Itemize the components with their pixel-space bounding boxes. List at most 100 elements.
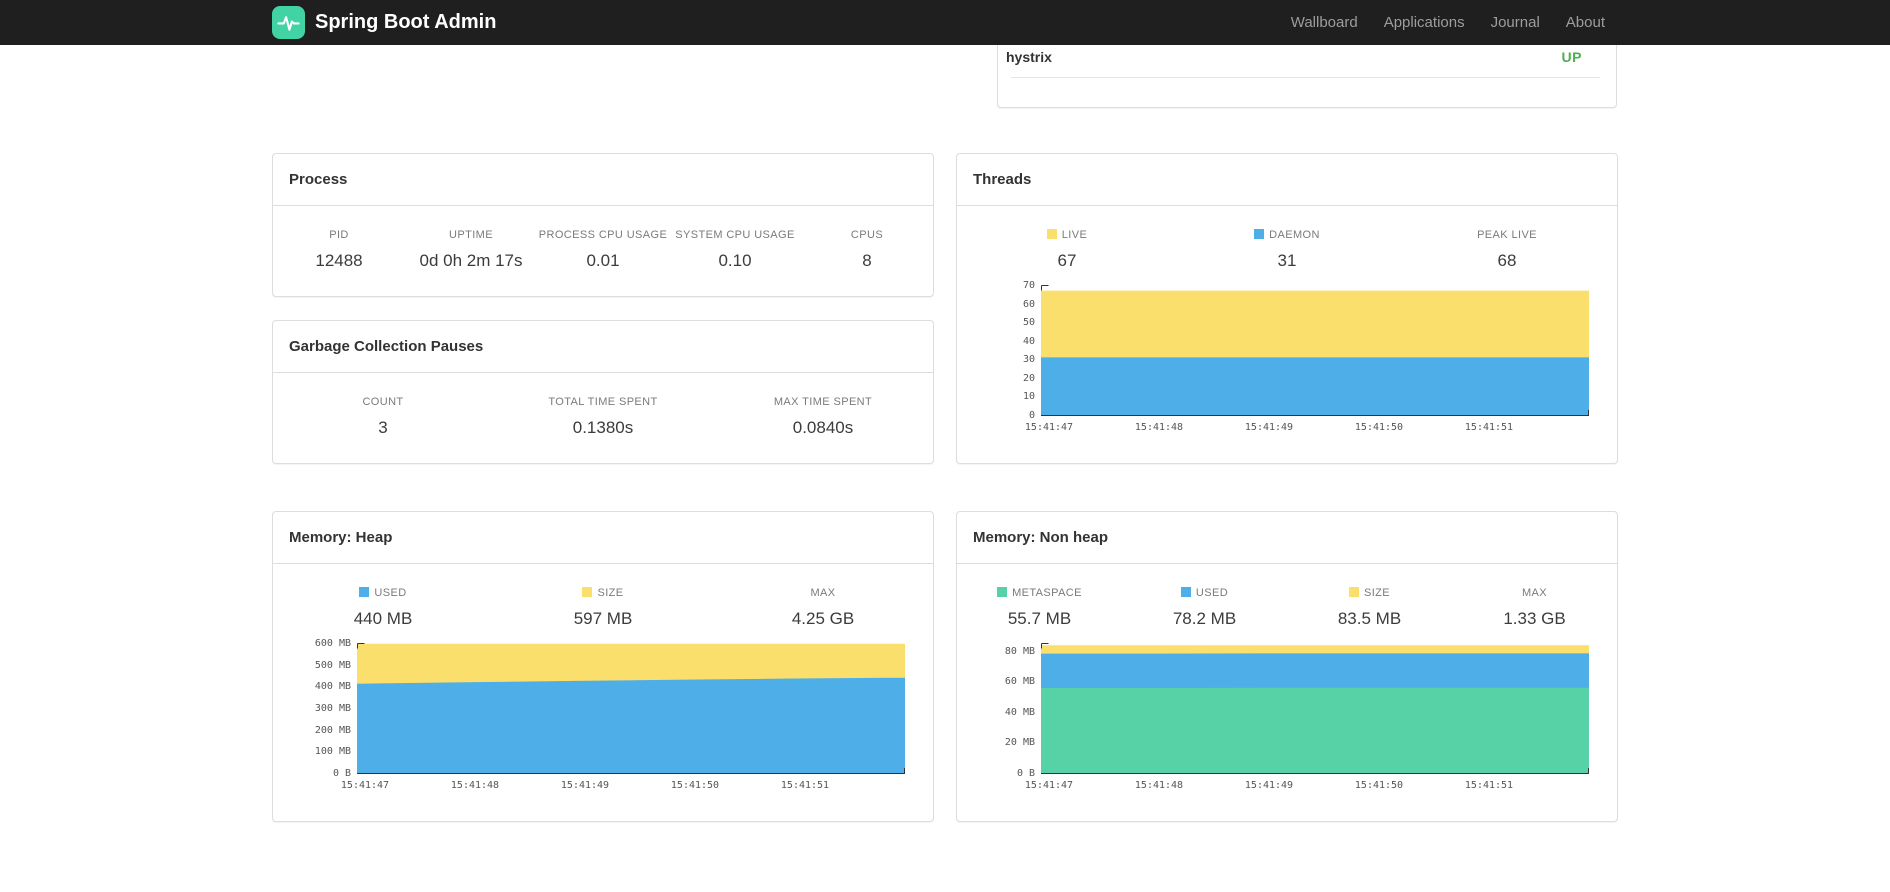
legend-nonheap-used-label: USED	[1195, 587, 1229, 599]
legend-nonheap-size: SIZE 83.5 MB	[1287, 587, 1452, 629]
legend-metaspace: METASPACE 55.7 MB	[957, 587, 1122, 629]
legend-heap-used-value: 440 MB	[353, 609, 413, 628]
legend-nonheap-max-label: MAX	[1521, 587, 1548, 599]
x-axis-tick-label: 15:41:48	[1134, 780, 1184, 791]
memory-heap-panel-title: Memory: Heap	[273, 512, 933, 564]
legend-peak-live-value: 68	[1497, 251, 1517, 270]
navbar-inner: Spring Boot Admin Wallboard Applications…	[272, 0, 1618, 45]
legend-heap-used-label: USED	[374, 587, 407, 599]
x-axis-tick-label: 15:41:50	[670, 780, 720, 791]
spring-boot-admin-logo-icon	[272, 6, 305, 39]
legend-heap-size-value: 597 MB	[573, 609, 633, 628]
y-axis-tick-label: 70	[1022, 280, 1035, 291]
threads-legend: LIVE 67 DAEMON 31 PEAK LIVE 68	[957, 206, 1617, 271]
gc-metrics: COUNT 3 TOTAL TIME SPENT 0.1380s MAX TIM…	[273, 373, 933, 438]
legend-heap-size-label: SIZE	[597, 587, 624, 599]
y-axis-tick-label: 0 B	[332, 768, 351, 779]
y-axis-tick-label: 400 MB	[314, 681, 351, 693]
threads-panel-title: Threads	[957, 154, 1617, 206]
y-axis-tick-label: 30	[1022, 354, 1035, 366]
divider	[1011, 77, 1600, 78]
y-axis-tick-label: 20 MB	[1004, 737, 1035, 749]
series-area-used	[357, 677, 905, 773]
threads-panel: Threads LIVE 67 DAEMON 31 PEAK LIVE 68 0…	[956, 153, 1618, 464]
threads-chart: 0 10 20 30 40 50 60 70 15:41:47 15:41:48 15:41:49 1…	[957, 280, 1617, 461]
x-axis-tick-label: 15:41:51	[780, 780, 830, 791]
legend-heap-size: SIZE 597 MB	[493, 587, 713, 629]
metric-system-cpu: SYSTEM CPU USAGE 0.10	[675, 229, 795, 270]
process-metrics: PID 12488 UPTIME 0d 0h 2m 17s PROCESS CP…	[273, 206, 933, 271]
metric-gc-count: COUNT 3	[362, 396, 404, 437]
series-area-daemon	[1041, 357, 1589, 415]
memory-heap-panel: Memory: Heap USED 440 MB SIZE 597 MB MAX…	[272, 511, 934, 822]
legend-heap-size-key-swatch	[582, 587, 593, 597]
brand-title: Spring Boot Admin	[315, 11, 497, 33]
legend-heap-max-value: 4.25 GB	[791, 609, 855, 628]
series-area-metaspace	[1041, 687, 1589, 773]
metric-cpus: CPUS 8	[850, 229, 884, 270]
x-axis-tick-label: 15:41:49	[1244, 780, 1294, 791]
legend-metaspace-key-swatch	[997, 587, 1008, 597]
legend-heap-max-label: MAX	[810, 587, 836, 599]
legend-metaspace-value: 55.7 MB	[1007, 609, 1072, 628]
y-axis-tick-label: 80 MB	[1004, 645, 1035, 657]
nav-journal[interactable]: Journal	[1478, 0, 1553, 45]
y-axis-tick-label: 200 MB	[314, 724, 351, 736]
legend-live: LIVE 67	[957, 229, 1177, 271]
application-status-badge: UP	[1561, 49, 1582, 65]
nav-applications[interactable]: Applications	[1371, 0, 1478, 45]
metric-process-cpu: PROCESS CPU USAGE 0.01	[538, 229, 668, 270]
memory-nonheap-panel: Memory: Non heap METASPACE 55.7 MB USED …	[956, 511, 1618, 822]
y-axis-tick-label: 300 MB	[314, 703, 351, 714]
process-panel: Process PID 12488 UPTIME 0d 0h 2m 17s PR…	[272, 153, 934, 297]
legend-heap-max: MAX 4.25 GB	[713, 587, 933, 629]
nav-links: Wallboard Applications Journal About	[1278, 0, 1618, 45]
legend-nonheap-size-label: SIZE	[1363, 587, 1391, 599]
legend-nonheap-max: MAX 1.33 GB	[1452, 587, 1617, 629]
threads-plot-area	[1041, 285, 1589, 416]
y-axis-tick-label: 40	[1022, 335, 1035, 347]
nav-about[interactable]: About	[1553, 0, 1618, 45]
legend-daemon-label: DAEMON	[1269, 229, 1320, 241]
y-axis-tick-label: 600 MB	[314, 638, 351, 649]
heap-plot-area	[357, 643, 905, 774]
memory-nonheap-panel-title: Memory: Non heap	[957, 512, 1617, 564]
legend-nonheap-size-value: 83.5 MB	[1337, 609, 1402, 628]
x-axis-tick-label: 15:41:50	[1354, 422, 1404, 433]
x-axis-tick-label: 15:41:48	[450, 780, 500, 791]
metric-uptime: UPTIME 0d 0h 2m 17s	[419, 229, 523, 270]
x-axis-tick-label: 15:41:47	[1024, 422, 1074, 433]
nonheap-legend: METASPACE 55.7 MB USED 78.2 MB SIZE 83.5…	[957, 564, 1617, 629]
x-axis-tick-label: 15:41:47	[1024, 780, 1074, 791]
legend-nonheap-used: USED 78.2 MB	[1122, 587, 1287, 629]
y-axis-tick-label: 10	[1022, 391, 1035, 403]
y-axis-tick-label: 60	[1022, 298, 1035, 310]
applications-panel: hystrix UP	[997, 36, 1617, 108]
legend-daemon-value: 31	[1277, 251, 1297, 270]
page-content: hystrix UP Process PID 12488 UPTIME 0d 0	[272, 0, 1618, 822]
gc-panel-title: Garbage Collection Pauses	[273, 321, 933, 373]
y-axis-tick-label: 60 MB	[1004, 676, 1035, 688]
metric-pid: PID 12488	[315, 229, 363, 270]
y-axis-tick-label: 0	[1028, 410, 1035, 421]
application-name: hystrix	[1006, 49, 1052, 65]
memory-heap-chart: 0 B 100 MB 200 MB 300 MB 400 MB 500 MB 600 MB 1…	[273, 638, 933, 819]
legend-heap-used: USED 440 MB	[273, 587, 493, 629]
legend-live-key-swatch	[1046, 229, 1057, 239]
legend-peak-live-label: PEAK LIVE	[1477, 229, 1537, 241]
legend-nonheap-size-key-swatch	[1348, 587, 1359, 597]
heap-legend: USED 440 MB SIZE 597 MB MAX 4.25 GB	[273, 564, 933, 629]
x-axis-tick-label: 15:41:51	[1464, 422, 1514, 433]
y-axis-tick-label: 100 MB	[314, 746, 351, 758]
brand[interactable]: Spring Boot Admin	[272, 6, 496, 39]
x-axis-tick-label: 15:41:50	[1354, 780, 1404, 791]
y-axis-tick-label: 500 MB	[314, 659, 351, 671]
metric-gc-max-time: MAX TIME SPENT 0.0840s	[773, 396, 873, 437]
legend-nonheap-used-value: 78.2 MB	[1172, 609, 1237, 628]
process-panel-title: Process	[273, 154, 933, 206]
y-axis-tick-label: 0 B	[1016, 768, 1035, 779]
x-axis-tick-label: 15:41:47	[340, 780, 390, 791]
nonheap-plot-area	[1041, 643, 1589, 774]
nav-wallboard[interactable]: Wallboard	[1278, 0, 1371, 45]
legend-nonheap-max-value: 1.33 GB	[1503, 609, 1566, 628]
